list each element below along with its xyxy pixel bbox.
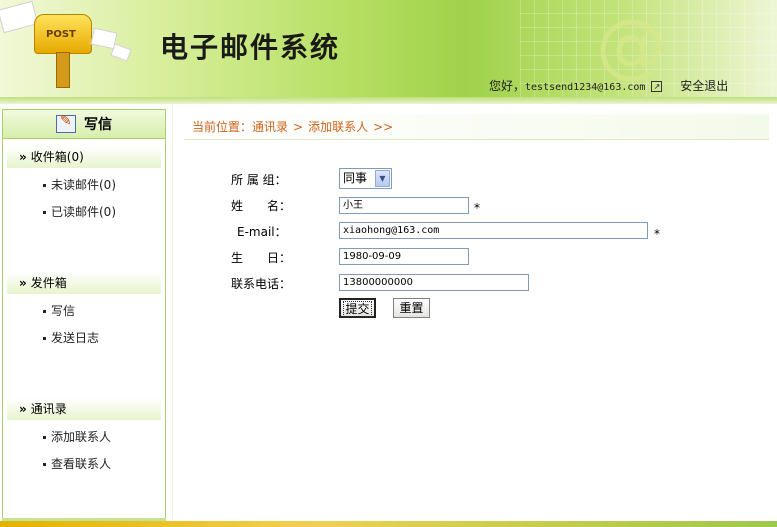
required-mark: * (654, 227, 660, 241)
email-input[interactable]: xiaohong@163.com (339, 222, 648, 239)
footer-bar (0, 521, 777, 527)
birthday-input[interactable]: 1980-09-09 (339, 248, 469, 265)
breadcrumb-prefix: 当前位置： (192, 120, 253, 134)
double-chevron-icon: » (19, 402, 27, 416)
chevron-down-icon[interactable]: ▼ (375, 170, 390, 187)
inbox-title: 收件箱(0) (30, 150, 84, 164)
sidebar-section-contacts[interactable]: » 通讯录 (7, 398, 161, 420)
name-input[interactable]: 小王 (339, 197, 469, 214)
header-divider (0, 97, 777, 104)
external-link-icon[interactable]: ↗ (651, 81, 663, 92)
sidebar: 写信 »收件箱(0) 未读邮件(0) 已读邮件(0) »发件箱 写信 发送日志 … (2, 109, 166, 521)
sidebar-item-send-log[interactable]: 发送日志 (43, 329, 99, 346)
group-select-value: 同事 (343, 171, 368, 185)
double-chevron-icon: » (19, 150, 27, 164)
breadcrumb-contacts[interactable]: 通讯录 (252, 120, 288, 134)
phone-label: 联系电话： (231, 277, 292, 291)
sidebar-item-read[interactable]: 已读邮件(0) (43, 203, 116, 220)
sidebar-item-unread[interactable]: 未读邮件(0) (43, 176, 116, 193)
reset-button[interactable]: 重置 (393, 298, 430, 318)
breadcrumb: 当前位置：通讯录 > 添加联系人 >> (184, 114, 769, 140)
app-title: 电子邮件系统 (160, 31, 341, 64)
user-email: testsend1234@163.com (525, 82, 646, 93)
header-banner: @ POST 电子邮件系统 您好，testsend1234@163.com ↗ 安… (0, 0, 777, 97)
postbox-logo: POST (34, 14, 92, 54)
contacts-title: 通讯录 (30, 402, 67, 416)
sidebar-item-view-contacts[interactable]: 查看联系人 (43, 455, 111, 472)
compose-button[interactable]: 写信 (3, 110, 165, 139)
outbox-title: 发件箱 (30, 276, 67, 290)
compose-pencil-icon (56, 113, 76, 133)
greeting-text: 您好， (489, 79, 526, 93)
sidebar-item-add-contact[interactable]: 添加联系人 (43, 428, 111, 445)
envelope-icon (0, 0, 39, 34)
group-select[interactable]: 同事 ▼ (339, 168, 392, 189)
postbox-pole (56, 52, 70, 88)
birthday-label: 生 日： (231, 251, 292, 265)
group-label: 所 属 组： (231, 173, 287, 187)
submit-button[interactable]: 提交 (339, 298, 376, 318)
compose-label: 写信 (84, 117, 112, 133)
sidebar-item-compose[interactable]: 写信 (43, 302, 75, 319)
breadcrumb-add-contact[interactable]: 添加联系人 (308, 120, 368, 134)
breadcrumb-trail: >> (373, 120, 394, 134)
envelope-icon (110, 43, 132, 62)
user-bar: 您好，testsend1234@163.com ↗ 安全退出 (489, 77, 728, 94)
logout-link[interactable]: 安全退出 (680, 79, 728, 93)
content-divider (172, 104, 173, 521)
phone-input[interactable]: 13800000000 (339, 274, 529, 291)
name-label: 姓 名： (231, 199, 292, 213)
email-label: E-mail： (237, 225, 287, 239)
required-mark: * (474, 201, 480, 215)
at-sign-decoration: @ (596, 4, 666, 86)
sidebar-section-inbox[interactable]: » 收件箱(0) (7, 146, 161, 168)
submit-label: 提交 (343, 301, 372, 317)
sidebar-section-outbox[interactable]: » 发件箱 (7, 272, 161, 294)
logo-text: POST (46, 29, 76, 40)
breadcrumb-separator: > (293, 120, 304, 134)
double-chevron-icon: » (19, 276, 27, 290)
